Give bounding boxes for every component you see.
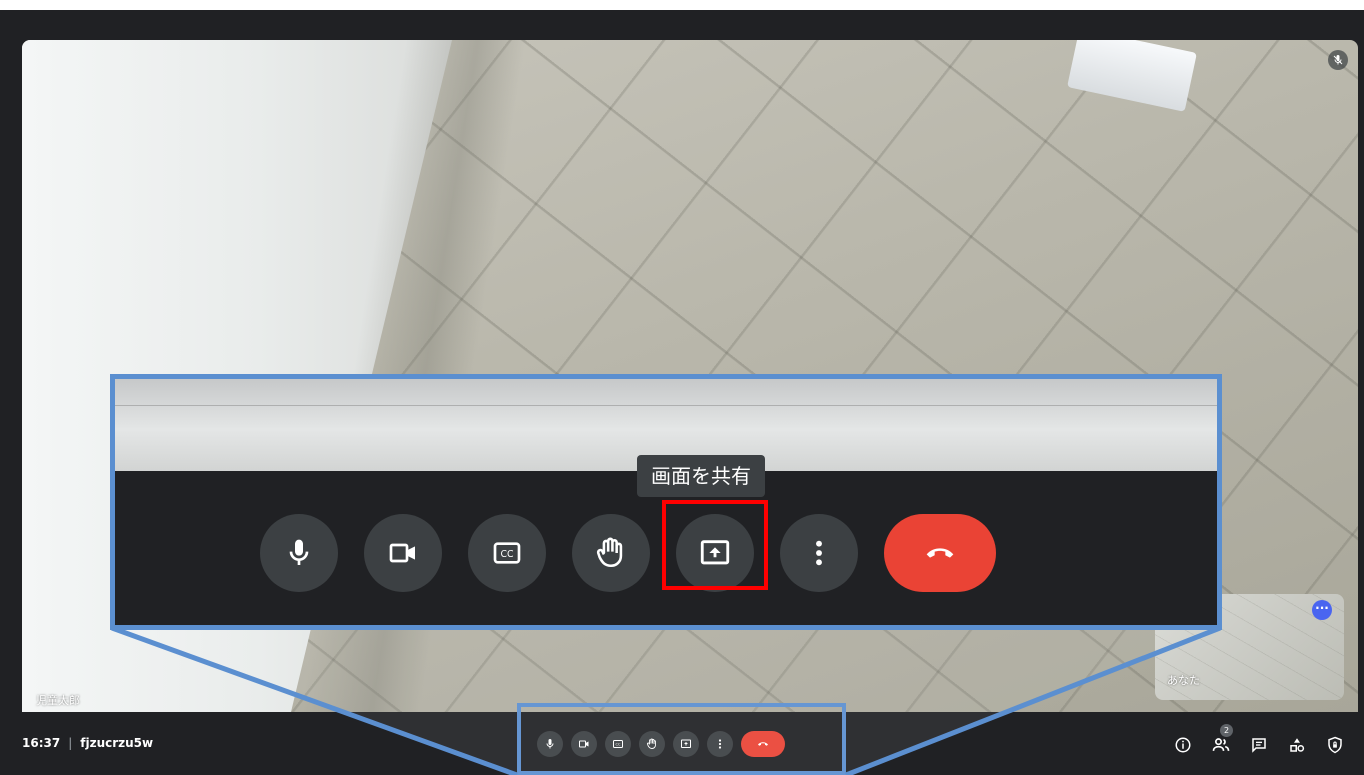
participant-count-badge: 2 [1220, 724, 1233, 737]
controls-highlight-box [517, 703, 846, 775]
participant-name: 児童太郎 [36, 694, 80, 707]
mic-off-icon [1328, 50, 1348, 70]
raise-hand-icon [596, 537, 623, 568]
side-panel-controls: 2 [1172, 724, 1346, 756]
self-view-name: あなた [1167, 674, 1200, 687]
meeting-details-icon [1175, 737, 1191, 753]
zoomed-end-call-button[interactable] [884, 514, 996, 592]
self-view-more-button[interactable]: ··· [1312, 600, 1332, 620]
zoomed-raise-hand-button[interactable] [572, 514, 650, 592]
camera-icon [389, 543, 415, 563]
chat-icon [1252, 738, 1266, 753]
people-button[interactable]: 2 [1210, 724, 1233, 756]
clock-time: 16:37 [22, 736, 61, 750]
zoomed-mic-button[interactable] [260, 514, 338, 592]
people-icon [1212, 738, 1230, 751]
video-ceiling-light [1067, 40, 1197, 112]
zoom-callout-panel: 画面を共有 CC [110, 374, 1222, 630]
present-screen-highlight-box [662, 500, 768, 590]
host-controls-icon [1328, 736, 1342, 754]
captions-icon: CC [493, 542, 521, 564]
host-controls-button[interactable] [1324, 734, 1346, 756]
mic-icon [289, 539, 309, 565]
activities-button[interactable] [1286, 734, 1308, 756]
zoomed-captions-button[interactable]: CC [468, 514, 546, 592]
zoomed-camera-button[interactable] [364, 514, 442, 592]
meeting-details-button[interactable] [1172, 734, 1194, 756]
zoomed-more-options-button[interactable] [780, 514, 858, 592]
meeting-info: 16:37 | fjzucrzu5w [22, 736, 153, 750]
present-screen-tooltip: 画面を共有 [637, 455, 765, 497]
chat-button[interactable] [1248, 734, 1270, 756]
svg-text:CC: CC [500, 549, 513, 560]
meeting-code: fjzucrzu5w [80, 736, 154, 750]
separator: | [68, 736, 73, 750]
zoomed-present-screen-button[interactable] [662, 500, 768, 592]
activities-icon [1290, 738, 1305, 752]
more-options-icon [816, 540, 822, 566]
end-call-icon [926, 548, 954, 558]
zoomed-call-controls: CC [260, 500, 996, 592]
